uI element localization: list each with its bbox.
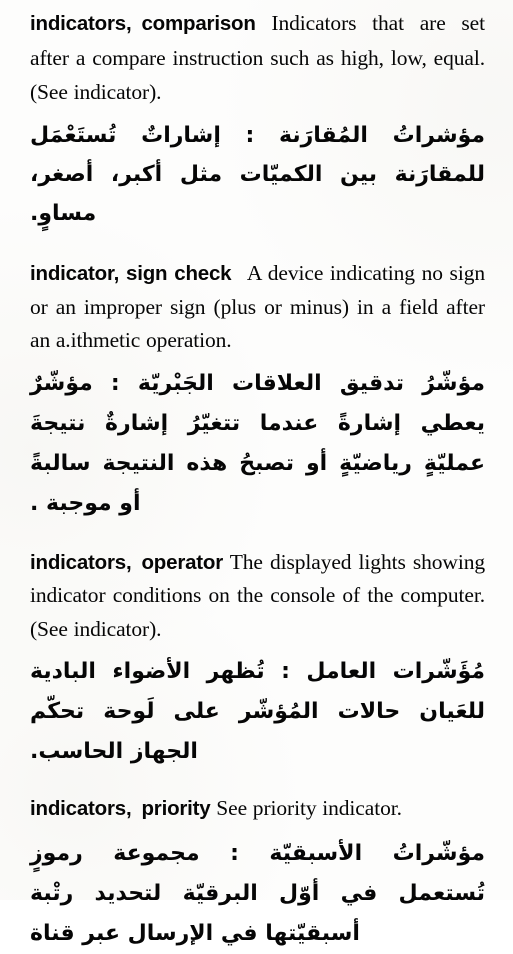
dictionary-entry: indicator, sign check A device indicatin… xyxy=(30,257,485,524)
entry-headword-qualifier: operator xyxy=(141,550,224,574)
entry-headword: indicator, sign check xyxy=(30,262,232,285)
entry-term-arabic: مؤشراتُ المُقارَنة : xyxy=(245,123,485,148)
entry-term-arabic: مؤشّراتُ الأسبقيّة : xyxy=(230,840,485,866)
entry-headword: indicators, xyxy=(30,12,132,35)
entry-term-arabic: مُؤَشّرات العامل : xyxy=(281,659,485,684)
entry-headword-qualifier: priority xyxy=(141,797,211,820)
entry-arabic-block: مؤشراتُ المُقارَنة : إشاراتٌ تُستَعْمَل … xyxy=(30,116,485,233)
dictionary-entry: indicators, operator The displayed lights… xyxy=(30,546,485,773)
dictionary-entry: indicators, priority See priority indicat… xyxy=(30,792,485,954)
entry-english-block: indicator, sign check A device indicatin… xyxy=(30,257,485,358)
entry-headword: indicators, xyxy=(30,550,132,574)
dictionary-page: indicators, comparison Indicators that ar… xyxy=(0,0,513,946)
entry-english-block: indicators, operator The displayed lights… xyxy=(30,546,485,647)
entry-definition-english: See priority indicator. xyxy=(216,796,402,820)
entry-arabic-block: مؤشّرُ تدقيق العلاقات الجَبْريّة : مؤشّر… xyxy=(30,364,485,524)
dictionary-entry: indicators, comparison Indicators that ar… xyxy=(30,6,485,233)
entry-arabic-block: مُؤَشّرات العامل : تُظهر الأضواء البادية… xyxy=(30,652,485,772)
entry-arabic-block: مؤشّراتُ الأسبقيّة : مجموعة رموزٍ تُستعم… xyxy=(30,834,485,954)
entry-english-block: indicators, priority See priority indicat… xyxy=(30,792,485,826)
entry-headword-qualifier: comparison xyxy=(141,12,256,35)
entry-headword: indicators, xyxy=(30,797,132,820)
entry-english-block: indicators, comparison Indicators that ar… xyxy=(30,6,485,109)
entry-term-arabic: مؤشّرُ تدقيق العلاقات الجَبْريّة : xyxy=(110,370,485,396)
